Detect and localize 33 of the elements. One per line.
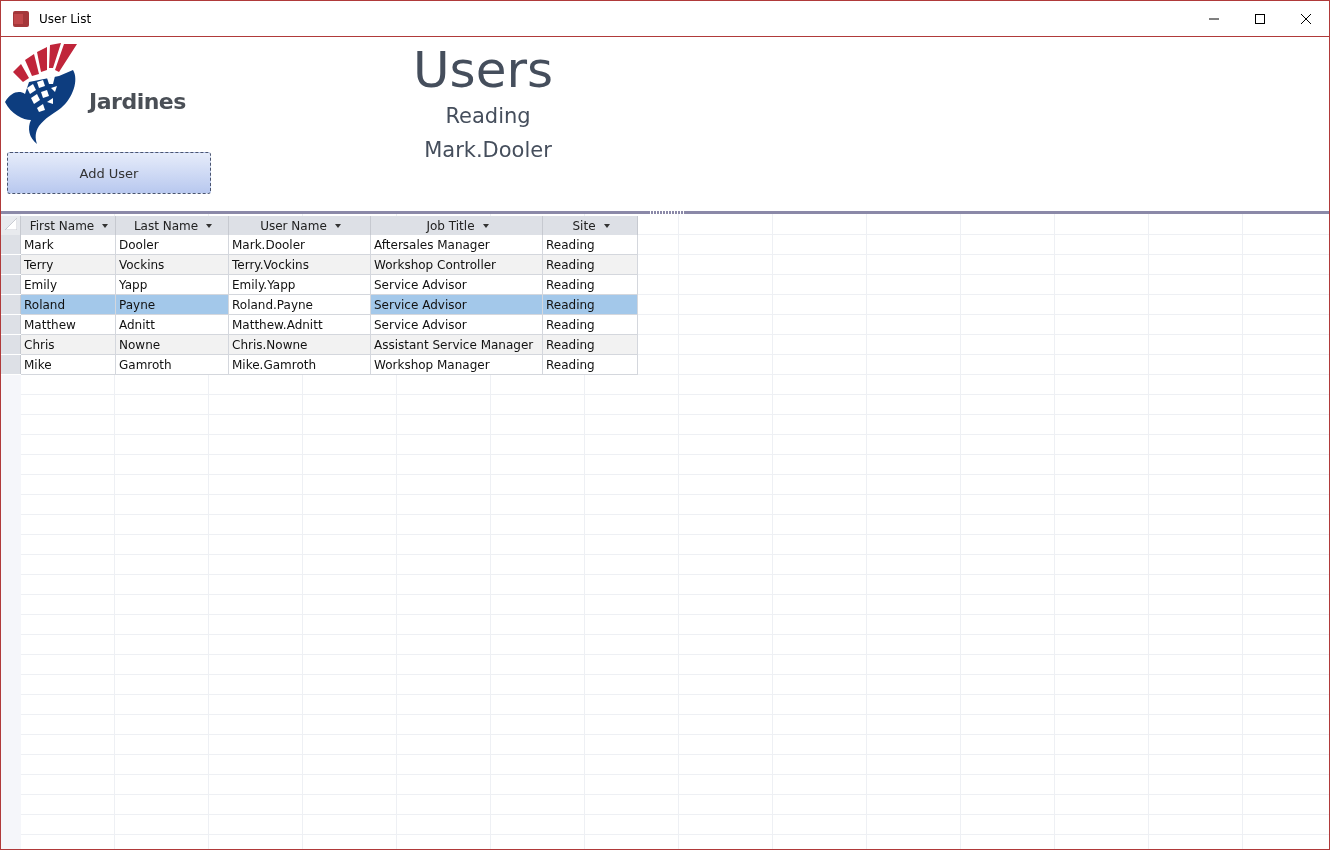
table-cell: Reading <box>542 235 638 255</box>
page-title: Users <box>413 41 553 99</box>
app-icon <box>13 10 29 27</box>
column-header[interactable]: First Name <box>20 216 116 235</box>
add-user-button[interactable]: Add User <box>7 152 211 194</box>
record-selector[interactable] <box>1 314 21 335</box>
table-cell: Mark.Dooler <box>228 235 371 255</box>
column-header[interactable]: Job Title <box>370 216 543 235</box>
record-selector[interactable] <box>1 274 21 295</box>
table-cell: Mark <box>20 235 116 255</box>
window-title: User List <box>39 11 93 26</box>
dropdown-arrow-icon[interactable] <box>482 223 489 228</box>
dropdown-arrow-icon[interactable] <box>334 223 341 228</box>
logo-text: Jardines <box>89 89 186 114</box>
record-selector[interactable] <box>1 294 21 315</box>
column-header[interactable]: Site <box>542 216 638 235</box>
splitter-grip[interactable] <box>650 211 684 214</box>
table-cell: Aftersales Manager <box>370 235 543 255</box>
record-selector[interactable] <box>1 354 21 375</box>
dropdown-arrow-icon[interactable] <box>603 223 610 228</box>
site-label: Reading <box>445 103 531 130</box>
dropdown-arrow-icon[interactable] <box>206 223 213 228</box>
record-selector[interactable] <box>1 235 21 255</box>
column-header[interactable]: User Name <box>228 216 371 235</box>
user-label: Mark.Dooler <box>424 137 552 164</box>
record-selector[interactable] <box>1 254 21 275</box>
record-selector[interactable] <box>1 334 21 355</box>
table-cell: Dooler <box>115 235 229 255</box>
select-all-corner[interactable] <box>1 216 21 235</box>
dropdown-arrow-icon[interactable] <box>102 223 109 228</box>
close-icon <box>1301 13 1311 24</box>
maximize-icon <box>1255 13 1265 24</box>
column-header[interactable]: Last Name <box>115 216 229 235</box>
